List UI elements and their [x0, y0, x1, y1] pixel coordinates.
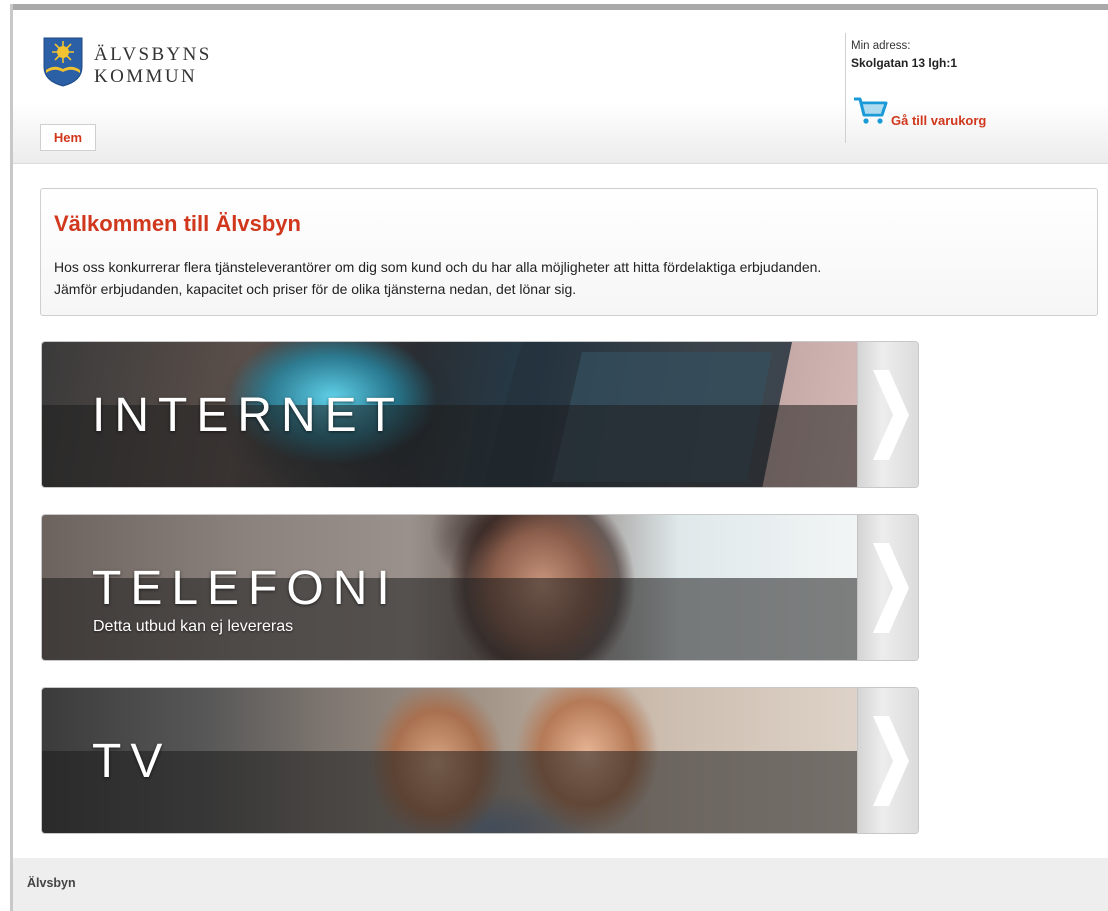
header-divider — [845, 33, 846, 143]
site-header: ÄLVSBYNS KOMMUN Hem Min adress: Skolgata… — [13, 10, 1108, 164]
service-banner-internet[interactable]: INTERNET — [41, 341, 919, 488]
welcome-text-line-1: Hos oss konkurrerar flera tjänsteleveran… — [54, 259, 822, 275]
go-to-cart-link[interactable]: Gå till varukorg — [891, 113, 986, 128]
logo-line-1: ÄLVSBYNS — [94, 44, 212, 65]
welcome-title: Välkommen till Älvsbyn — [54, 211, 301, 236]
chevron-right-icon — [873, 370, 909, 460]
banner-subtitle: Detta utbud kan ej levereras — [93, 618, 294, 635]
welcome-box: Välkommen till Älvsbyn Hos oss konkurrer… — [40, 188, 1098, 316]
banner-title: INTERNET — [92, 389, 404, 442]
service-banner-tv[interactable]: TV — [41, 687, 919, 834]
site-logo-text[interactable]: ÄLVSBYNS KOMMUN — [94, 44, 212, 88]
banner-arrow-button[interactable] — [857, 688, 918, 833]
footer-text: Älvsbyn — [27, 876, 76, 890]
address-label: Min adress: — [851, 40, 911, 52]
welcome-text-line-2: Jämför erbjudanden, kapacitet och priser… — [54, 281, 577, 297]
chevron-right-icon — [873, 716, 909, 806]
site-footer: Älvsbyn — [13, 858, 1108, 911]
banner-title: TELEFONI — [92, 562, 399, 615]
logo-line-2: KOMMUN — [94, 66, 198, 87]
municipality-crest-icon[interactable] — [43, 37, 83, 87]
address-value: Skolgatan 13 lgh:1 — [851, 56, 958, 70]
cart-icon[interactable] — [852, 95, 888, 125]
banner-arrow-button[interactable] — [857, 515, 918, 660]
chevron-right-icon — [873, 543, 909, 633]
banner-title: TV — [92, 735, 172, 788]
banner-arrow-button[interactable] — [857, 342, 918, 487]
service-banner-telefoni[interactable]: TELEFONI Detta utbud kan ej levereras — [41, 514, 919, 661]
nav-home-button[interactable]: Hem — [40, 124, 96, 151]
